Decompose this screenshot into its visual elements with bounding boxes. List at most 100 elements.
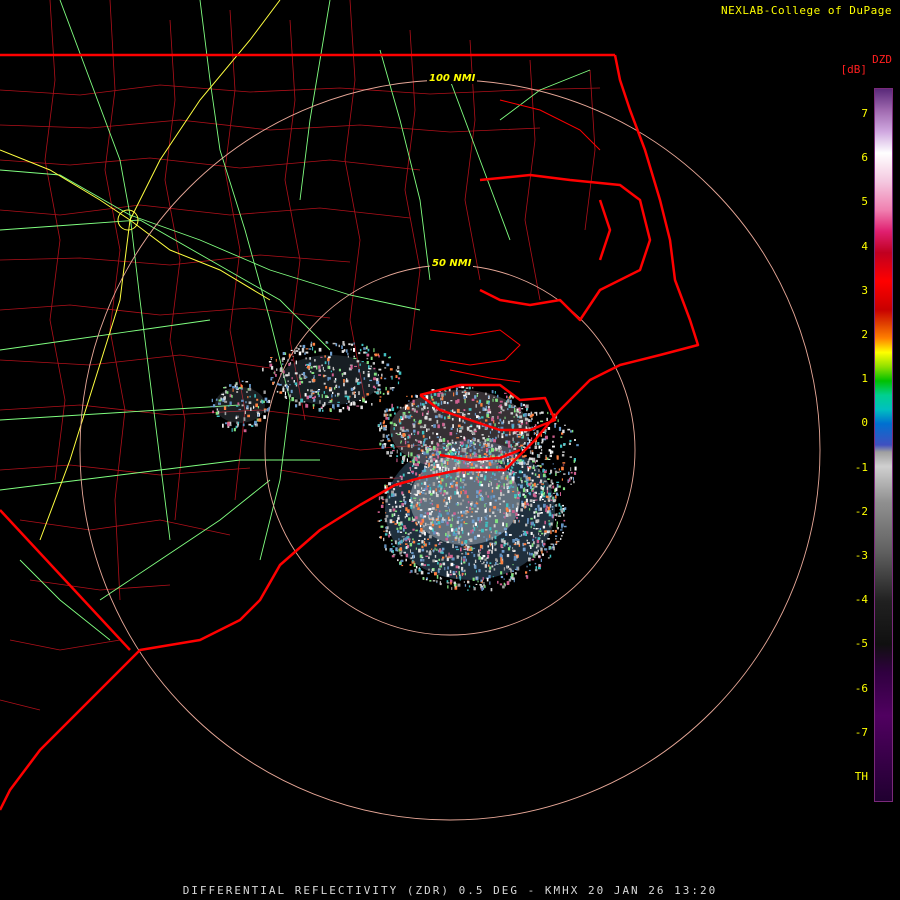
echo-pixel <box>290 389 293 394</box>
legend-tick: -4 <box>854 593 868 607</box>
echo-pixel <box>436 504 439 508</box>
echo-pixel <box>470 530 472 534</box>
echo-pixel <box>484 439 487 443</box>
echo-pixel <box>305 348 309 350</box>
echo-pixel <box>548 520 550 522</box>
echo-pixel <box>558 426 562 431</box>
echo-pixel <box>480 403 483 407</box>
echo-pixel <box>483 561 485 564</box>
echo-pixel <box>533 515 536 519</box>
echo-pixel <box>447 506 450 509</box>
echo-pixel <box>424 415 428 420</box>
echo-pixel <box>544 548 548 551</box>
echo-pixel <box>458 446 460 450</box>
echo-pixel <box>500 557 502 562</box>
echo-pixel <box>439 510 441 513</box>
echo-pixel <box>517 419 519 421</box>
echo-pixel <box>513 543 516 545</box>
echo-pixel <box>429 497 431 500</box>
echo-pixel <box>415 547 417 550</box>
echo-pixel <box>556 483 559 488</box>
echo-pixel <box>543 495 546 498</box>
echo-pixel <box>472 577 475 581</box>
echo-pixel <box>361 343 364 346</box>
echo-pixel <box>439 563 442 566</box>
echo-pixel <box>541 463 544 466</box>
echo-pixel <box>533 482 536 487</box>
echo-pixel <box>379 536 381 539</box>
echo-pixel <box>461 553 464 555</box>
echo-pixel <box>479 519 481 523</box>
echo-pixel <box>516 540 520 545</box>
echo-pixel <box>541 553 544 556</box>
echo-pixel <box>415 529 418 532</box>
echo-pixel <box>399 543 402 545</box>
echo-pixel <box>525 463 529 465</box>
echo-pixel <box>495 561 497 565</box>
echo-pixel <box>347 352 349 356</box>
echo-pixel <box>495 398 498 402</box>
echo-pixel <box>488 483 490 487</box>
echo-pixel <box>501 550 505 553</box>
echo-pixel <box>385 512 387 514</box>
echo-pixel <box>453 467 456 470</box>
echo-pixel <box>240 384 242 387</box>
echo-pixel <box>515 507 518 512</box>
echo-pixel <box>380 376 383 380</box>
echo-pixel <box>519 431 521 435</box>
echo-pixel <box>537 504 540 508</box>
legend-tick: 7 <box>861 107 868 120</box>
echo-pixel <box>436 453 440 456</box>
echo-pixel <box>540 442 544 444</box>
echo-pixel <box>544 520 546 525</box>
echo-pixel <box>361 361 364 363</box>
echo-pixel <box>499 400 503 403</box>
echo-pixel <box>444 501 446 503</box>
echo-pixel <box>412 528 415 531</box>
echo-pixel <box>562 462 566 464</box>
echo-pixel <box>363 347 366 350</box>
echo-pixel <box>379 442 382 446</box>
echo-pixel <box>463 483 467 486</box>
echo-pixel <box>552 508 554 511</box>
echo-pixel <box>466 395 468 398</box>
echo-pixel <box>528 557 531 559</box>
legend-title: DZD <box>872 53 892 66</box>
echo-pixel <box>564 424 566 426</box>
echo-pixel <box>538 468 540 472</box>
echo-pixel <box>530 457 533 461</box>
echo-pixel <box>546 505 548 509</box>
echo-pixel <box>463 581 465 583</box>
echo-pixel <box>563 513 565 517</box>
echo-pixel <box>438 484 441 488</box>
echo-pixel <box>295 404 298 408</box>
echo-pixel <box>508 534 512 536</box>
interstates <box>0 0 281 541</box>
echo-pixel <box>411 470 414 473</box>
echo-pixel <box>474 559 477 563</box>
echo-pixel <box>497 394 499 398</box>
echo-pixel <box>432 521 434 524</box>
echo-pixel <box>403 538 404 542</box>
echo-pixel <box>402 473 405 477</box>
legend-tick: -1 <box>854 460 868 474</box>
echo-pixel <box>494 391 496 394</box>
echo-pixel <box>399 500 403 502</box>
echo-pixel <box>263 415 266 419</box>
echo-pixel <box>549 554 552 558</box>
echo-pixel <box>494 548 497 552</box>
echo-pixel <box>236 405 239 407</box>
echo-pixel <box>475 576 478 579</box>
echo-pixel <box>350 402 352 406</box>
echo-pixel <box>552 496 554 500</box>
echo-pixel <box>507 554 509 556</box>
echo-pixel <box>454 491 456 495</box>
echo-pixel <box>305 351 309 354</box>
echo-pixel <box>544 530 547 533</box>
echo-pixel <box>561 535 563 537</box>
echo-pixel <box>312 342 316 346</box>
echo-pixel <box>553 468 556 470</box>
echo-pixel <box>475 464 478 468</box>
echo-pixel <box>456 473 459 475</box>
echo-pixel <box>228 404 230 407</box>
